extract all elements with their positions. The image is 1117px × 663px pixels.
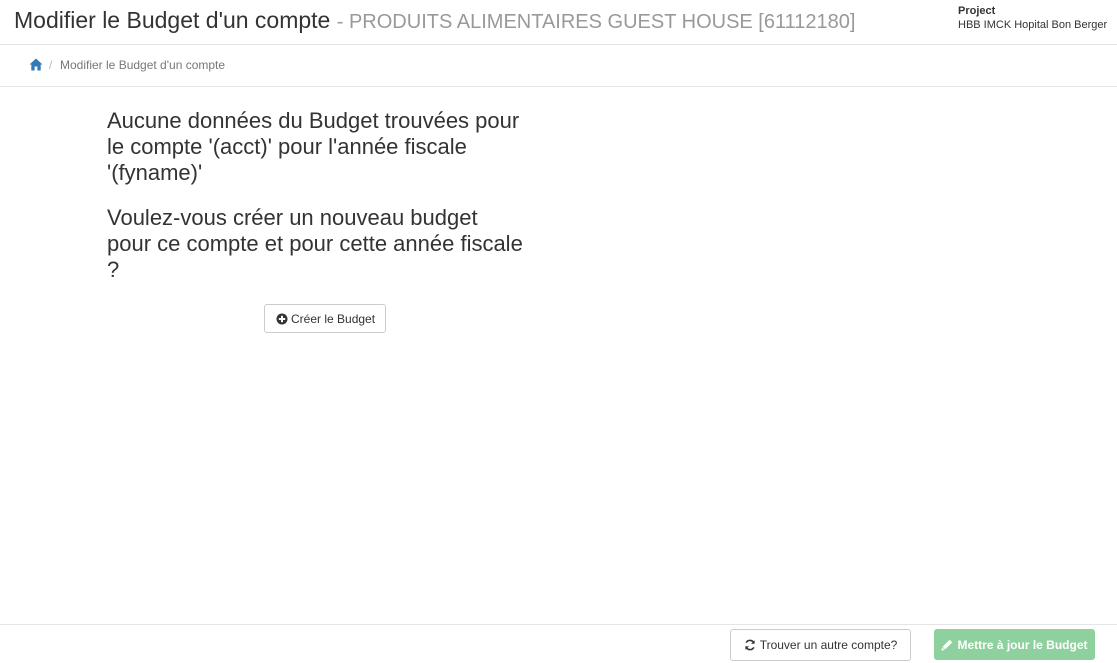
create-budget-button[interactable]: Créer le Budget — [264, 304, 387, 333]
home-icon[interactable] — [29, 58, 43, 72]
page-footer: Trouver un autre compte? Mettre à jour l… — [0, 624, 1117, 663]
create-prompt-text: Voulez-vous créer un nouveau budget pour… — [107, 205, 523, 282]
project-info: Project HBB IMCK Hopital Bon Berger — [958, 4, 1107, 32]
breadcrumb-current: Modifier le Budget d'un compte — [60, 58, 226, 72]
page-title-text: Modifier le Budget d'un compte — [14, 7, 331, 33]
page-header: Modifier le Budget d'un compte - PRODUIT… — [0, 0, 1117, 45]
breadcrumb-separator: / — [49, 58, 53, 72]
no-budget-message: Aucune données du Budget trouvées pour l… — [107, 108, 527, 302]
find-other-account-button[interactable]: Trouver un autre compte? — [730, 629, 911, 661]
find-other-account-label: Trouver un autre compte? — [759, 638, 898, 652]
update-budget-button[interactable]: Mettre à jour le Budget — [934, 629, 1095, 660]
account-subtitle: - PRODUITS ALIMENTAIRES GUEST HOUSE [611… — [336, 11, 856, 33]
refresh-icon — [744, 639, 756, 651]
plus-circle-icon — [276, 313, 288, 325]
pencil-icon — [941, 639, 953, 651]
project-name: HBB IMCK Hopital Bon Berger — [958, 19, 1108, 31]
breadcrumb: / Modifier le Budget d'un compte — [0, 45, 1117, 87]
create-budget-label: Créer le Budget — [291, 311, 376, 326]
no-data-text: Aucune données du Budget trouvées pour l… — [107, 108, 520, 185]
update-budget-label: Mettre à jour le Budget — [957, 637, 1088, 652]
page-title: Modifier le Budget d'un compte - PRODUIT… — [14, 7, 855, 34]
project-label: Project — [958, 5, 996, 17]
